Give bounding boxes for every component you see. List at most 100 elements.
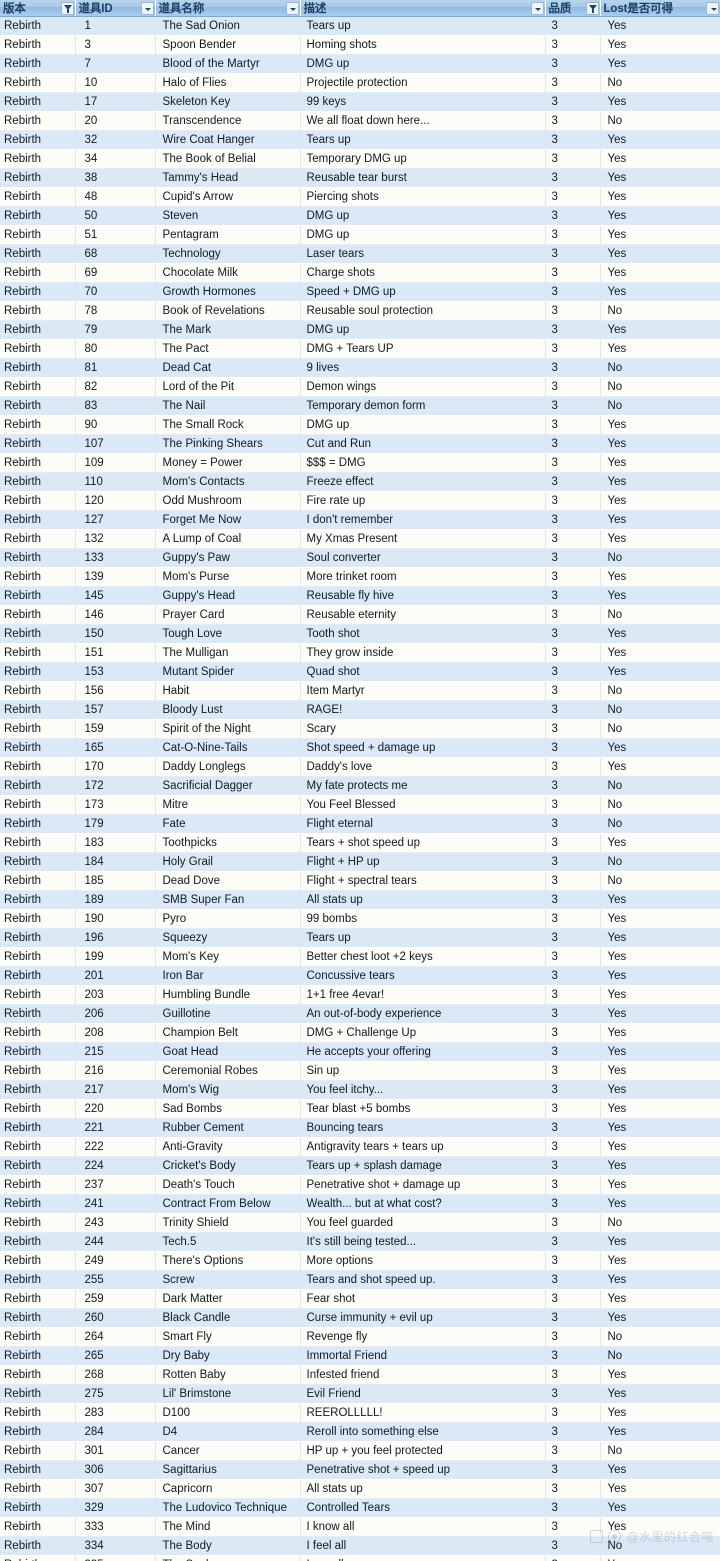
cell-quality[interactable]: 3 [545,947,601,967]
cell-description[interactable]: Antigravity tears + tears up [300,1137,546,1157]
table-row[interactable]: Rebirth 268 Rotten Baby Infested friend 3 Yes [0,1365,720,1385]
table-row[interactable]: Rebirth 203 Humbling Bundle 1+1 free 4evar!… [0,985,720,1005]
cell-version[interactable]: Rebirth [0,1422,76,1442]
cell-quality[interactable]: 3 [545,1137,601,1157]
cell-item-id[interactable]: 260 [75,1308,156,1328]
cell-description[interactable]: Freeze effect [300,472,546,492]
cell-description[interactable]: Temporary demon form [300,396,546,416]
cell-name[interactable]: Guppy's Paw [155,548,301,568]
cell-item-id[interactable]: 133 [75,548,156,568]
cell-description[interactable]: Wealth... but at what cost? [300,1194,546,1214]
cell-version[interactable]: Rebirth [0,1365,76,1385]
cell-quality[interactable]: 3 [545,586,601,606]
cell-item-id[interactable]: 268 [75,1365,156,1385]
table-row[interactable]: Rebirth 265 Dry Baby Immortal Friend 3 No [0,1346,720,1366]
cell-lost[interactable]: No [600,719,720,739]
cell-name[interactable]: Spoon Bender [155,35,301,55]
cell-name[interactable]: Dead Dove [155,871,301,891]
cell-quality[interactable]: 3 [545,1023,601,1043]
cell-quality[interactable]: 3 [545,1441,601,1461]
cell-version[interactable]: Rebirth [0,586,76,606]
cell-name[interactable]: Sagittarius [155,1460,301,1480]
cell-description[interactable]: You feel itchy... [300,1080,546,1100]
cell-description[interactable]: It's still being tested... [300,1232,546,1252]
table-row[interactable]: Rebirth 81 Dead Cat 9 lives 3 No [0,358,720,378]
column-header-item-id[interactable]: 道具ID [75,0,156,17]
table-row[interactable]: Rebirth 70 Growth Hormones Speed + DMG up 3 Y… [0,282,720,302]
cell-description[interactable]: Projectile protection [300,73,546,93]
cell-lost[interactable]: Yes [600,320,720,340]
cell-version[interactable]: Rebirth [0,966,76,986]
cell-version[interactable]: Rebirth [0,529,76,549]
cell-description[interactable]: My fate protects me [300,776,546,796]
cell-version[interactable]: Rebirth [0,510,76,530]
cell-description[interactable]: DMG up [300,206,546,226]
cell-name[interactable]: Death's Touch [155,1175,301,1195]
cell-quality[interactable]: 3 [545,168,601,188]
cell-version[interactable]: Rebirth [0,1080,76,1100]
cell-quality[interactable]: 3 [545,1327,601,1347]
cell-quality[interactable]: 3 [545,548,601,568]
table-row[interactable]: Rebirth 172 Sacrificial Dagger My fate prot… [0,776,720,796]
cell-version[interactable]: Rebirth [0,643,76,663]
table-row[interactable]: Rebirth 196 Squeezy Tears up 3 Yes [0,928,720,948]
cell-lost[interactable]: No [600,548,720,568]
cell-version[interactable]: Rebirth [0,738,76,758]
cell-name[interactable]: The Ludovico Technique [155,1498,301,1518]
cell-quality[interactable]: 3 [545,1479,601,1499]
cell-lost[interactable]: No [600,681,720,701]
cell-item-id[interactable]: 32 [75,130,156,150]
cell-quality[interactable]: 3 [545,1099,601,1119]
cell-quality[interactable]: 3 [545,643,601,663]
cell-lost[interactable]: Yes [600,1194,720,1214]
table-row[interactable]: Rebirth 179 Fate Flight eternal 3 No [0,814,720,834]
cell-version[interactable]: Rebirth [0,719,76,739]
cell-lost[interactable]: Yes [600,225,720,245]
cell-item-id[interactable]: 78 [75,301,156,321]
cell-item-id[interactable]: 215 [75,1042,156,1062]
table-row[interactable]: Rebirth 189 SMB Super Fan All stats up 3 Yes [0,890,720,910]
cell-item-id[interactable]: 109 [75,453,156,473]
cell-lost[interactable]: No [600,1213,720,1233]
cell-lost[interactable]: Yes [600,1498,720,1518]
cell-quality[interactable]: 3 [545,35,601,55]
cell-version[interactable]: Rebirth [0,1441,76,1461]
cell-name[interactable]: Money = Power [155,453,301,473]
cell-name[interactable]: Spirit of the Night [155,719,301,739]
cell-lost[interactable]: No [600,377,720,397]
cell-lost[interactable]: No [600,1327,720,1347]
cell-quality[interactable]: 3 [545,92,601,112]
cell-version[interactable]: Rebirth [0,263,76,283]
cell-version[interactable]: Rebirth [0,320,76,340]
cell-name[interactable]: Tough Love [155,624,301,644]
cell-name[interactable]: Sacrificial Dagger [155,776,301,796]
cell-item-id[interactable]: 183 [75,833,156,853]
cell-version[interactable]: Rebirth [0,1042,76,1062]
cell-name[interactable]: Smart Fly [155,1327,301,1347]
cell-version[interactable]: Rebirth [0,54,76,74]
cell-description[interactable]: Flight eternal [300,814,546,834]
cell-description[interactable]: More trinket room [300,567,546,587]
table-row[interactable]: Rebirth 79 The Mark DMG up 3 Yes [0,320,720,340]
cell-description[interactable]: DMG + Challenge Up [300,1023,546,1043]
table-row[interactable]: Rebirth 329 The Ludovico Technique Controll… [0,1498,720,1518]
cell-name[interactable]: Rotten Baby [155,1365,301,1385]
cell-lost[interactable]: Yes [600,890,720,910]
cell-name[interactable]: The Pinking Shears [155,434,301,454]
cell-item-id[interactable]: 90 [75,415,156,435]
table-row[interactable]: Rebirth 206 Guillotine An out-of-body exper… [0,1004,720,1024]
cell-name[interactable]: Dark Matter [155,1289,301,1309]
cell-description[interactable]: Tears and shot speed up. [300,1270,546,1290]
cell-name[interactable]: The Mulligan [155,643,301,663]
cell-lost[interactable]: Yes [600,187,720,207]
column-header-version[interactable]: 版本 [0,0,76,17]
cell-description[interactable]: I am all [300,1555,546,1561]
cell-lost[interactable]: Yes [600,643,720,663]
cell-lost[interactable]: No [600,700,720,720]
cell-name[interactable]: Tammy's Head [155,168,301,188]
table-row[interactable]: Rebirth 80 The Pact DMG + Tears UP 3 Yes [0,339,720,359]
cell-item-id[interactable]: 335 [75,1555,156,1561]
cell-description[interactable]: DMG up [300,225,546,245]
cell-lost[interactable]: No [600,871,720,891]
cell-version[interactable]: Rebirth [0,1213,76,1233]
